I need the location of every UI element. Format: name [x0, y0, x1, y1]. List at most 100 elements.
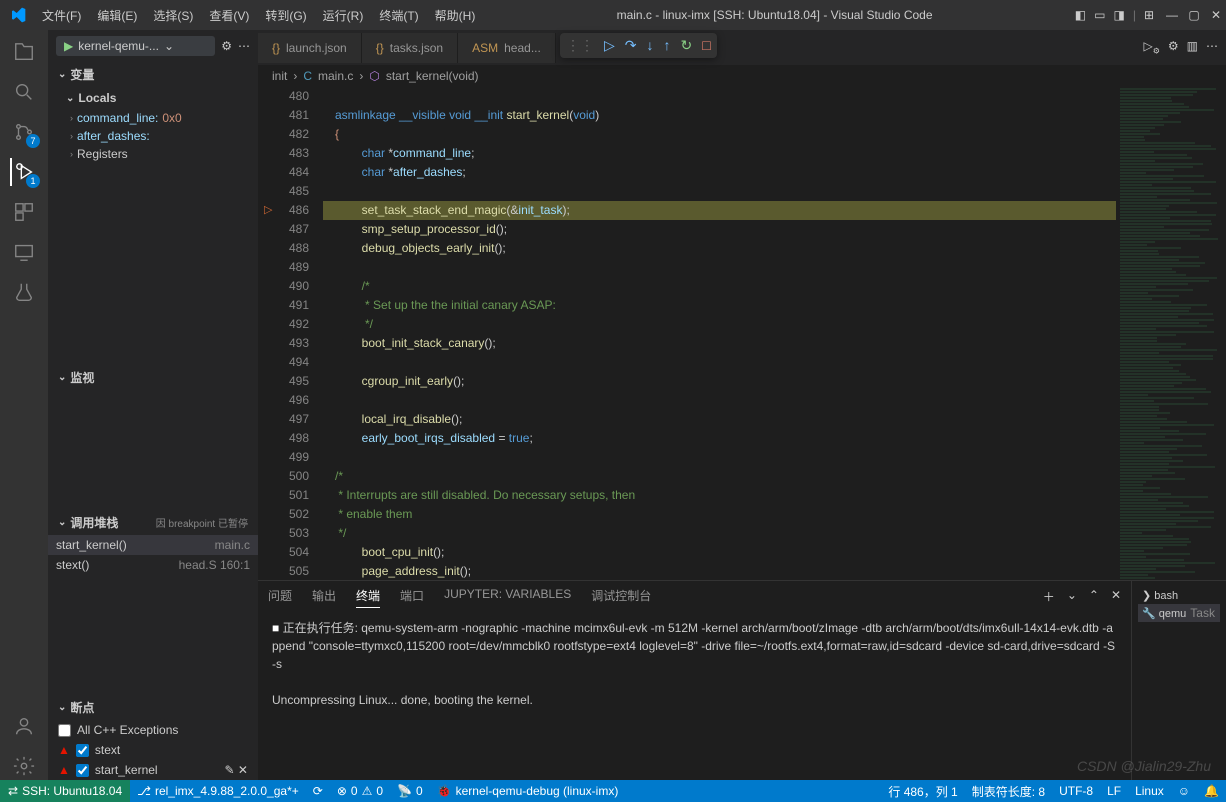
extensions-icon[interactable]	[10, 198, 38, 226]
terminal-output[interactable]: ■ 正在执行任务: qemu-system-arm -nographic -ma…	[258, 611, 1131, 780]
maximize-icon[interactable]: ▢	[1184, 4, 1204, 26]
minimap[interactable]	[1116, 87, 1226, 580]
testing-icon[interactable]	[10, 278, 38, 306]
panel-tab[interactable]: JUPYTER: VARIABLES	[444, 584, 571, 608]
minimize-icon[interactable]: —	[1162, 4, 1182, 26]
breakpoint-row[interactable]: ▲stext	[48, 740, 258, 760]
close-panel-icon[interactable]: ✕	[1111, 588, 1121, 605]
sync-icon[interactable]: ⟳	[306, 780, 330, 802]
registers-section[interactable]: ›Registers	[48, 145, 258, 163]
bottom-panel: 问题输出终端端口JUPYTER: VARIABLES调试控制台 ＋ ⌄ ⌃ ✕ …	[258, 580, 1226, 780]
ports-status[interactable]: 📡 0	[390, 780, 430, 802]
panel-bottom-icon[interactable]: ▭	[1094, 8, 1105, 22]
close-icon[interactable]: ✕	[1206, 4, 1226, 26]
activity-bar: 7 1	[0, 30, 48, 780]
menu-item[interactable]: 文件(F)	[35, 3, 88, 28]
explorer-icon[interactable]	[10, 38, 38, 66]
panel-tab[interactable]: 终端	[356, 584, 380, 608]
stop-icon[interactable]: □	[702, 37, 710, 54]
breakpoints-section[interactable]: ⌄断点	[48, 695, 258, 720]
bell-icon[interactable]: 🔔	[1197, 780, 1226, 802]
panel-tab[interactable]: 端口	[400, 584, 424, 608]
restart-icon[interactable]: ↻	[681, 37, 693, 54]
debug-sidebar: ▶ kernel-qemu-... ⌄ ⚙ ⋯ ⌄变量 ⌄Locals ›com…	[48, 30, 258, 780]
more-icon[interactable]: ⋯	[1206, 39, 1218, 55]
more-icon[interactable]: ⋯	[238, 39, 250, 53]
variable-row[interactable]: ›command_line: 0x0	[48, 109, 258, 127]
scm-icon[interactable]: 7	[10, 118, 38, 146]
locals-section[interactable]: ⌄Locals	[48, 87, 258, 109]
debug-icon[interactable]: 1	[10, 158, 38, 186]
feedback-icon[interactable]: ☺	[1171, 780, 1197, 802]
grip-icon[interactable]: ⋮⋮	[566, 37, 594, 54]
callstack-section[interactable]: ⌄调用堆栈因 breakpoint 已暂停	[48, 510, 258, 535]
bp-checkbox[interactable]	[76, 744, 89, 757]
gear-icon[interactable]: ⚙	[221, 39, 232, 53]
menu-bar: 文件(F)编辑(E)选择(S)查看(V)转到(G)运行(R)终端(T)帮助(H)	[35, 3, 482, 28]
menu-item[interactable]: 运行(R)	[316, 3, 371, 28]
editor-tab[interactable]: {}tasks.json	[362, 33, 458, 63]
terminal-item[interactable]: ❯ bash	[1138, 587, 1220, 604]
settings-icon[interactable]	[10, 752, 38, 780]
menu-item[interactable]: 查看(V)	[202, 3, 256, 28]
debug-status[interactable]: 🐞 kernel-qemu-debug (linux-imx)	[430, 780, 626, 802]
remote-icon[interactable]	[10, 238, 38, 266]
eol[interactable]: LF	[1100, 780, 1128, 802]
editor-tabs: {}launch.json{}tasks.jsonASMhead... ▷⚙ ⚙ ▥ ⋯	[258, 30, 1226, 65]
maximize-panel-icon[interactable]: ⌃	[1089, 588, 1099, 605]
play-icon: ▶	[64, 39, 73, 53]
branch-status[interactable]: ⎇ rel_imx_4.9.88_2.0.0_ga*+	[130, 780, 306, 802]
breakpoint-row[interactable]: All C++ Exceptions	[48, 720, 258, 740]
terminal-item[interactable]: 🔧 qemu Task	[1138, 604, 1220, 622]
menu-item[interactable]: 选择(S)	[146, 3, 200, 28]
language[interactable]: Linux	[1128, 780, 1171, 802]
start-debug-button[interactable]: ▶ kernel-qemu-... ⌄	[56, 36, 215, 56]
split-icon[interactable]: ▥	[1187, 39, 1198, 55]
terminal-list: ❯ bash 🔧 qemu Task	[1131, 581, 1226, 780]
step-out-icon[interactable]: ↑	[664, 37, 671, 54]
terminal-dropdown-icon[interactable]: ⌄	[1067, 588, 1077, 605]
new-terminal-icon[interactable]: ＋	[1043, 588, 1055, 605]
stack-frame[interactable]: stext()head.S 160:1	[48, 555, 258, 575]
panel-right-icon[interactable]: ◨	[1113, 8, 1124, 22]
chevron-down-icon: ⌄	[164, 39, 174, 53]
errors-status[interactable]: ⊗ 0 ⚠ 0	[330, 780, 390, 802]
editor-tab[interactable]: ASMhead...	[458, 33, 556, 63]
debug-toolbar[interactable]: ⋮⋮ ▷ ↷ ↓ ↑ ↻ □	[560, 33, 717, 58]
layout-controls: ◧ ▭ ◨ | ⊞	[1067, 8, 1162, 22]
encoding[interactable]: UTF-8	[1052, 780, 1100, 802]
remote-status[interactable]: ⇄ SSH: Ubuntu18.04	[0, 780, 130, 802]
settings-icon[interactable]: ⚙	[1168, 39, 1179, 55]
menu-item[interactable]: 编辑(E)	[90, 3, 144, 28]
search-icon[interactable]	[10, 78, 38, 106]
watch-section[interactable]: ⌄监视	[48, 365, 258, 390]
vscode-logo-icon	[0, 7, 35, 23]
bp-checkbox[interactable]	[76, 764, 89, 777]
breadcrumb[interactable]: init › C main.c › ⬡ start_kernel(void)	[258, 65, 1226, 87]
run-icon[interactable]: ▷⚙	[1143, 39, 1159, 55]
panel-left-icon[interactable]: ◧	[1075, 8, 1086, 22]
menu-item[interactable]: 终端(T)	[372, 3, 425, 28]
panel-tab[interactable]: 调试控制台	[591, 584, 651, 608]
step-into-icon[interactable]: ↓	[647, 37, 654, 54]
debug-config-label: kernel-qemu-...	[78, 39, 159, 53]
panel-tab[interactable]: 问题	[268, 584, 292, 608]
panel-tab[interactable]: 输出	[312, 584, 336, 608]
bp-checkbox[interactable]	[58, 724, 71, 737]
code-editor[interactable]: 480481482483484485▷486487488489490491492…	[258, 87, 1226, 580]
step-over-icon[interactable]: ↷	[625, 37, 637, 54]
menu-item[interactable]: 帮助(H)	[428, 3, 483, 28]
continue-icon[interactable]: ▷	[604, 37, 615, 54]
editor-tab[interactable]: {}launch.json	[258, 33, 362, 63]
layout-icon[interactable]: ⊞	[1144, 8, 1154, 22]
variable-row[interactable]: ›after_dashes:	[48, 127, 258, 145]
menu-item[interactable]: 转到(G)	[258, 3, 313, 28]
stack-frame[interactable]: start_kernel()main.c	[48, 535, 258, 555]
cursor-pos[interactable]: 行 486，列 1	[881, 780, 964, 802]
variables-section[interactable]: ⌄变量	[48, 62, 258, 87]
watermark: CSDN @Jialin29-Zhu	[1077, 758, 1211, 774]
breakpoint-row[interactable]: ▲start_kernel✎ ✕	[48, 760, 258, 780]
status-bar: ⇄ SSH: Ubuntu18.04 ⎇ rel_imx_4.9.88_2.0.…	[0, 780, 1226, 802]
tab-size[interactable]: 制表符长度: 8	[965, 780, 1052, 802]
account-icon[interactable]	[10, 712, 38, 740]
